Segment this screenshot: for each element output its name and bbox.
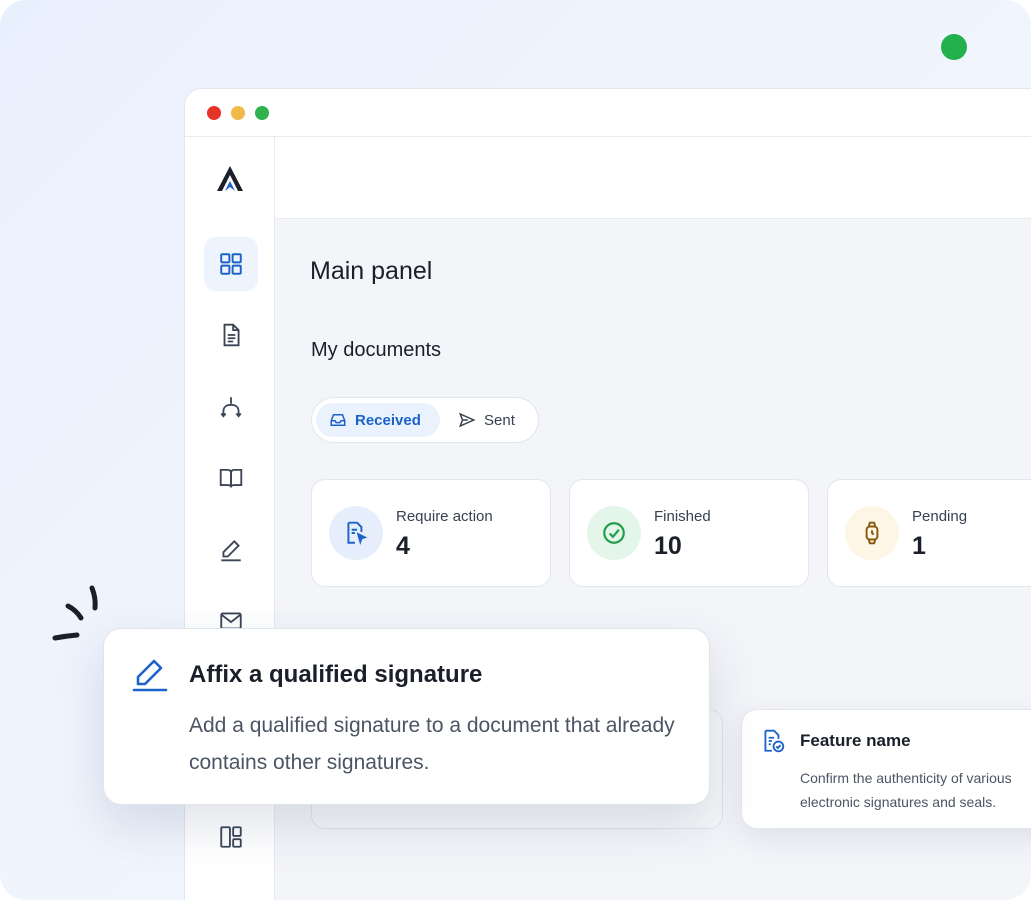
- watch-icon: [865, 521, 879, 545]
- feature-card[interactable]: Feature name Confirm the authenticity of…: [741, 709, 1031, 829]
- sidebar-item-dashboard[interactable]: [204, 237, 258, 291]
- window-titlebar: [185, 89, 1031, 137]
- inbox-icon: [330, 414, 346, 426]
- sidebar-item-layout[interactable]: [204, 810, 258, 864]
- stat-value: 1: [912, 532, 926, 560]
- close-window-button[interactable]: [207, 106, 221, 120]
- document-check-icon: [764, 729, 785, 753]
- stat-card-pending[interactable]: Pending 1: [827, 479, 1031, 587]
- minimize-window-button[interactable]: [231, 106, 245, 120]
- stat-badge: [329, 506, 383, 560]
- popup-description: Add a qualified signature to a document …: [189, 714, 675, 774]
- tab-received[interactable]: Received: [316, 403, 440, 437]
- feature-card-title: Feature name: [800, 731, 911, 750]
- stat-label: Pending: [912, 508, 968, 525]
- book-icon: [219, 468, 243, 488]
- stat-badge: [587, 506, 641, 560]
- pen-sign-icon: [221, 540, 241, 562]
- tab-sent[interactable]: Sent: [452, 403, 536, 437]
- popup-title: Affix a qualified signature: [189, 661, 483, 688]
- decor-dot-green: [941, 34, 967, 60]
- document-icon: [223, 323, 240, 347]
- send-icon: [458, 412, 476, 428]
- stat-card-require-action[interactable]: Require action 4: [311, 479, 551, 587]
- document-cursor-icon: [347, 521, 368, 545]
- tab-received-label: Received: [355, 411, 421, 429]
- feature-popup[interactable]: Affix a qualified signature Add a qualif…: [103, 628, 710, 805]
- documents-tab-switch: Received Sent: [311, 397, 539, 443]
- background-stage: Main panel My documents Received Sent Re…: [0, 0, 1031, 900]
- app-logo: [217, 166, 243, 191]
- sidebar-item-documents[interactable]: [204, 308, 258, 362]
- stat-badge: [845, 506, 899, 560]
- check-circle-icon: [603, 522, 625, 544]
- stat-label: Finished: [654, 508, 711, 525]
- sidebar-item-sign[interactable]: [204, 523, 258, 577]
- workflow-icon: [220, 397, 242, 418]
- tab-sent-label: Sent: [484, 411, 515, 429]
- feature-card-description: Confirm the authenticity of various elec…: [800, 770, 1012, 810]
- maximize-window-button[interactable]: [255, 106, 269, 120]
- decor-sparkle-icon: [52, 585, 98, 641]
- stat-value: 4: [396, 532, 410, 560]
- stat-value: 10: [654, 532, 682, 560]
- dashboard-grid-icon: [220, 253, 242, 275]
- top-bar: [275, 137, 1031, 219]
- sidebar-item-library[interactable]: [204, 451, 258, 505]
- pen-underline-icon: [132, 659, 168, 692]
- layout-icon: [220, 826, 242, 848]
- section-title: My documents: [311, 339, 442, 361]
- stat-card-finished[interactable]: Finished 10: [569, 479, 809, 587]
- page-title: Main panel: [310, 257, 433, 285]
- stat-label: Require action: [396, 508, 493, 525]
- sidebar-item-workflows[interactable]: [204, 380, 258, 434]
